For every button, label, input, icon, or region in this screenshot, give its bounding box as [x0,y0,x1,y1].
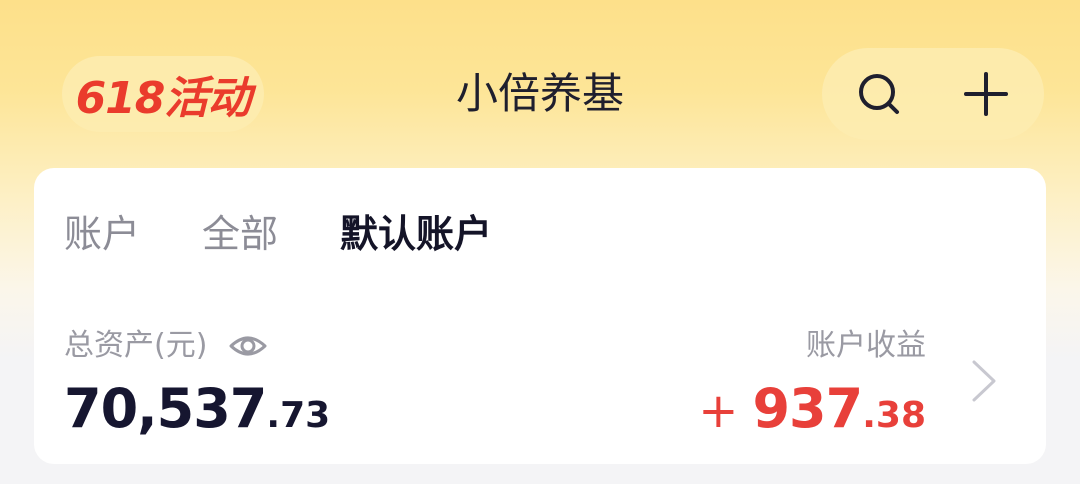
tab-all[interactable]: 全部 [202,208,278,260]
tab-default-account[interactable]: 默认账户 [340,208,492,260]
account-profit-label: 账户收益 [806,328,926,363]
eye-icon [229,336,267,356]
search-icon [859,74,899,114]
search-button[interactable] [856,70,904,118]
account-detail-button[interactable] [968,358,1000,404]
tab-account[interactable]: 账户 [64,208,140,260]
header-actions [822,48,1044,140]
account-profit-value: +937.38 [698,374,926,457]
profit-integer: 937 [752,377,863,440]
total-assets-label: 总资产(元) [64,328,208,363]
toggle-visibility-button[interactable] [228,328,268,364]
profit-decimal: .38 [862,395,926,436]
plus-icon [964,72,1008,116]
total-assets-value: 70,537.73 [64,374,330,457]
chevron-right-icon [972,360,996,402]
add-button[interactable] [962,70,1010,118]
total-assets-decimal: .73 [266,395,331,436]
total-assets-integer: 70,537 [64,377,267,440]
account-card: 账户 全部 默认账户 总资产(元) 账户收益 70,537.73 +937.38 [34,168,1046,464]
profit-sign: + [698,383,739,439]
